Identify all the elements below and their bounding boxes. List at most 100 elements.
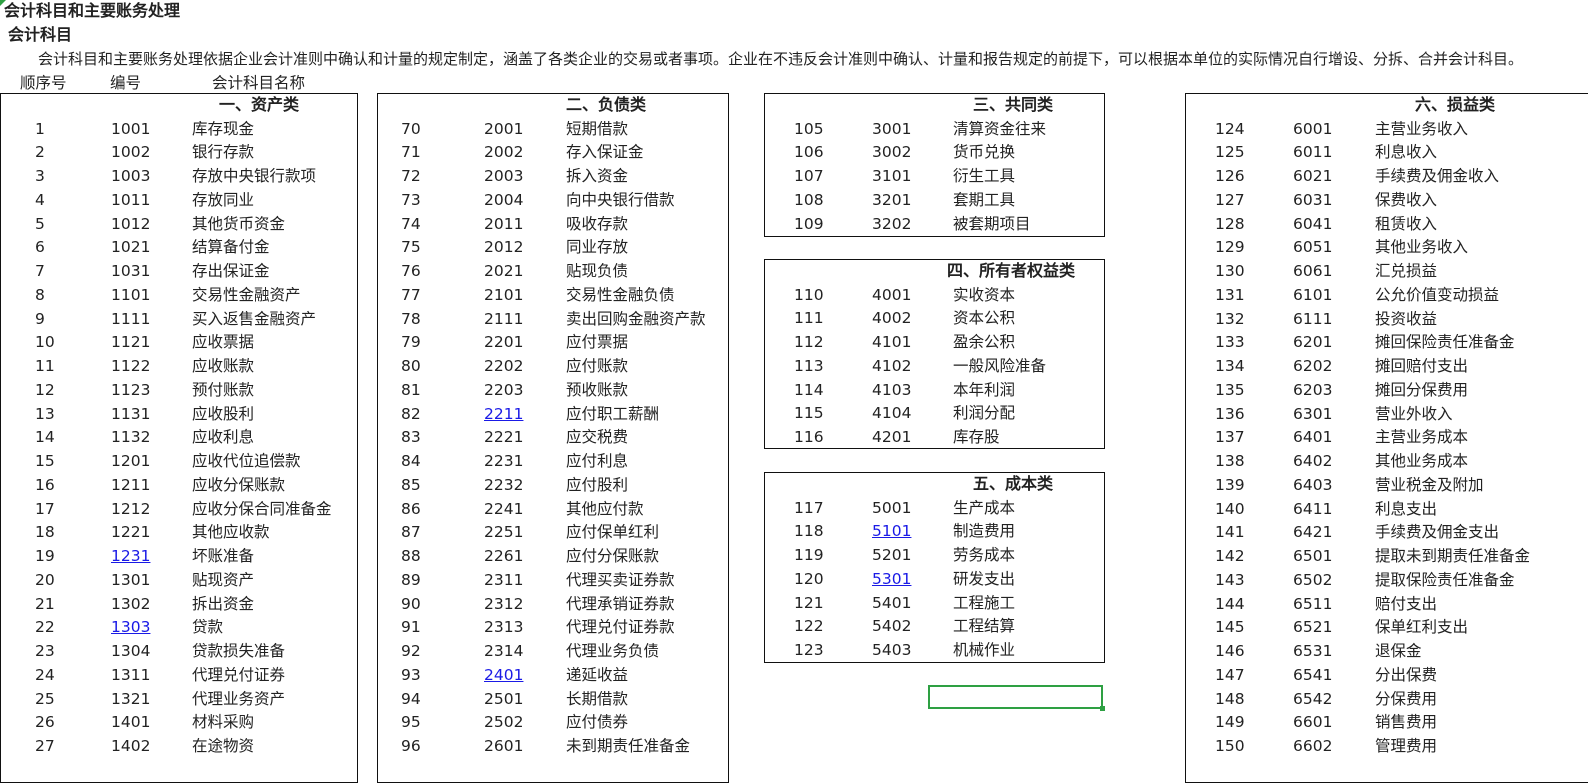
table-row[interactable]: 18 1221 其他应收款 <box>1 521 357 545</box>
table-row[interactable]: 23 1304 贷款损失准备 <box>1 640 357 664</box>
table-row[interactable]: 133 6201 摊回保险责任准备金 <box>1186 331 1588 355</box>
table-row[interactable]: 107 3101 衍生工具 <box>765 165 1104 189</box>
table-row[interactable]: 2 1002 银行存款 <box>1 141 357 165</box>
table-row[interactable]: 118 5101 制造费用 <box>765 520 1104 544</box>
table-row[interactable]: 12 1123 预付账款 <box>1 379 357 403</box>
table-row[interactable]: 135 6203 摊回分保费用 <box>1186 379 1588 403</box>
account-code-link[interactable]: 1303 <box>111 616 150 640</box>
table-row[interactable]: 117 5001 生产成本 <box>765 497 1104 521</box>
table-row[interactable]: 130 6061 汇兑损益 <box>1186 260 1588 284</box>
table-row[interactable]: 116 4201 库存股 <box>765 426 1104 450</box>
table-row[interactable]: 83 2221 应交税费 <box>378 426 728 450</box>
table-row[interactable]: 77 2101 交易性金融负债 <box>378 284 728 308</box>
account-code-link[interactable]: 1231 <box>111 545 150 569</box>
table-row[interactable]: 1 1001 库存现金 <box>1 118 357 142</box>
table-row[interactable]: 11 1122 应收账款 <box>1 355 357 379</box>
table-row[interactable]: 78 2111 卖出回购金融资产款 <box>378 308 728 332</box>
table-row[interactable]: 75 2012 同业存放 <box>378 236 728 260</box>
table-row[interactable]: 113 4102 一般风险准备 <box>765 355 1104 379</box>
table-row[interactable]: 125 6011 利息收入 <box>1186 141 1588 165</box>
table-row[interactable]: 25 1321 代理业务资产 <box>1 688 357 712</box>
table-row[interactable]: 123 5403 机械作业 <box>765 639 1104 663</box>
table-row[interactable]: 126 6021 手续费及佣金收入 <box>1186 165 1588 189</box>
account-code-link[interactable]: 5301 <box>872 568 911 592</box>
table-row[interactable]: 15 1201 应收代位追偿款 <box>1 450 357 474</box>
table-row[interactable]: 84 2231 应付利息 <box>378 450 728 474</box>
table-row[interactable]: 17 1212 应收分保合同准备金 <box>1 498 357 522</box>
table-row[interactable]: 81 2203 预收账款 <box>378 379 728 403</box>
table-row[interactable]: 127 6031 保费收入 <box>1186 189 1588 213</box>
table-row[interactable]: 144 6511 赔付支出 <box>1186 593 1588 617</box>
table-row[interactable]: 16 1211 应收分保账款 <box>1 474 357 498</box>
table-row[interactable]: 142 6501 提取未到期责任准备金 <box>1186 545 1588 569</box>
table-row[interactable]: 89 2311 代理买卖证券款 <box>378 569 728 593</box>
table-row[interactable]: 20 1301 贴现资产 <box>1 569 357 593</box>
table-row[interactable]: 3 1003 存放中央银行款项 <box>1 165 357 189</box>
table-row[interactable]: 13 1131 应收股利 <box>1 403 357 427</box>
account-code-link[interactable]: 2401 <box>484 664 523 688</box>
table-row[interactable]: 71 2002 存入保证金 <box>378 141 728 165</box>
table-row[interactable]: 122 5402 工程结算 <box>765 615 1104 639</box>
table-row[interactable]: 96 2601 未到期责任准备金 <box>378 735 728 759</box>
table-row[interactable]: 119 5201 劳务成本 <box>765 544 1104 568</box>
table-row[interactable]: 24 1311 代理兑付证券 <box>1 664 357 688</box>
table-row[interactable]: 124 6001 主营业务收入 <box>1186 118 1588 142</box>
table-row[interactable]: 6 1021 结算备付金 <box>1 236 357 260</box>
table-row[interactable]: 70 2001 短期借款 <box>378 118 728 142</box>
table-row[interactable]: 27 1402 在途物资 <box>1 735 357 759</box>
table-row[interactable]: 79 2201 应付票据 <box>378 331 728 355</box>
table-row[interactable]: 22 1303 贷款 <box>1 616 357 640</box>
table-row[interactable]: 76 2021 贴现负债 <box>378 260 728 284</box>
table-row[interactable]: 92 2314 代理业务负债 <box>378 640 728 664</box>
table-row[interactable]: 9 1111 买入返售金融资产 <box>1 308 357 332</box>
table-row[interactable]: 139 6403 营业税金及附加 <box>1186 474 1588 498</box>
spreadsheet-sheet[interactable]: 会计科目和主要账务处理 会计科目 会计科目和主要账务处理依据企业会计准则中确认和… <box>0 0 1588 783</box>
table-row[interactable]: 21 1302 拆出资金 <box>1 593 357 617</box>
table-row[interactable]: 73 2004 向中央银行借款 <box>378 189 728 213</box>
table-row[interactable]: 131 6101 公允价值变动损益 <box>1186 284 1588 308</box>
table-row[interactable]: 134 6202 摊回赔付支出 <box>1186 355 1588 379</box>
table-row[interactable]: 121 5401 工程施工 <box>765 592 1104 616</box>
table-row[interactable]: 128 6041 租赁收入 <box>1186 213 1588 237</box>
table-row[interactable]: 74 2011 吸收存款 <box>378 213 728 237</box>
table-row[interactable]: 150 6602 管理费用 <box>1186 735 1588 759</box>
table-row[interactable]: 148 6542 分保费用 <box>1186 688 1588 712</box>
table-row[interactable]: 120 5301 研发支出 <box>765 568 1104 592</box>
table-row[interactable]: 82 2211 应付职工薪酬 <box>378 403 728 427</box>
table-row[interactable]: 85 2232 应付股利 <box>378 474 728 498</box>
table-row[interactable]: 87 2251 应付保单红利 <box>378 521 728 545</box>
table-row[interactable]: 8 1101 交易性金融资产 <box>1 284 357 308</box>
table-row[interactable]: 140 6411 利息支出 <box>1186 498 1588 522</box>
table-row[interactable]: 109 3202 被套期项目 <box>765 213 1104 237</box>
table-row[interactable]: 80 2202 应付账款 <box>378 355 728 379</box>
table-row[interactable]: 5 1012 其他货币资金 <box>1 213 357 237</box>
table-row[interactable]: 105 3001 清算资金往来 <box>765 118 1104 142</box>
table-row[interactable]: 114 4103 本年利润 <box>765 379 1104 403</box>
table-row[interactable]: 91 2313 代理兑付证券款 <box>378 616 728 640</box>
account-code-link[interactable]: 2211 <box>484 403 523 427</box>
table-row[interactable]: 138 6402 其他业务成本 <box>1186 450 1588 474</box>
table-row[interactable]: 90 2312 代理承销证券款 <box>378 593 728 617</box>
fill-handle[interactable] <box>1100 706 1105 711</box>
table-row[interactable]: 149 6601 销售费用 <box>1186 711 1588 735</box>
table-row[interactable]: 86 2241 其他应付款 <box>378 498 728 522</box>
table-row[interactable]: 19 1231 坏账准备 <box>1 545 357 569</box>
table-row[interactable]: 137 6401 主营业务成本 <box>1186 426 1588 450</box>
table-row[interactable]: 72 2003 拆入资金 <box>378 165 728 189</box>
table-row[interactable]: 112 4101 盈余公积 <box>765 331 1104 355</box>
table-row[interactable]: 115 4104 利润分配 <box>765 402 1104 426</box>
table-row[interactable]: 147 6541 分出保费 <box>1186 664 1588 688</box>
table-row[interactable]: 10 1121 应收票据 <box>1 331 357 355</box>
table-row[interactable]: 26 1401 材料采购 <box>1 711 357 735</box>
table-row[interactable]: 132 6111 投资收益 <box>1186 308 1588 332</box>
table-row[interactable]: 110 4001 实收资本 <box>765 284 1104 308</box>
table-row[interactable]: 7 1031 存出保证金 <box>1 260 357 284</box>
table-row[interactable]: 145 6521 保单红利支出 <box>1186 616 1588 640</box>
table-row[interactable]: 129 6051 其他业务收入 <box>1186 236 1588 260</box>
table-row[interactable]: 94 2501 长期借款 <box>378 688 728 712</box>
table-row[interactable]: 108 3201 套期工具 <box>765 189 1104 213</box>
table-row[interactable]: 143 6502 提取保险责任准备金 <box>1186 569 1588 593</box>
table-row[interactable]: 88 2261 应付分保账款 <box>378 545 728 569</box>
table-row[interactable]: 4 1011 存放同业 <box>1 189 357 213</box>
table-row[interactable]: 93 2401 递延收益 <box>378 664 728 688</box>
